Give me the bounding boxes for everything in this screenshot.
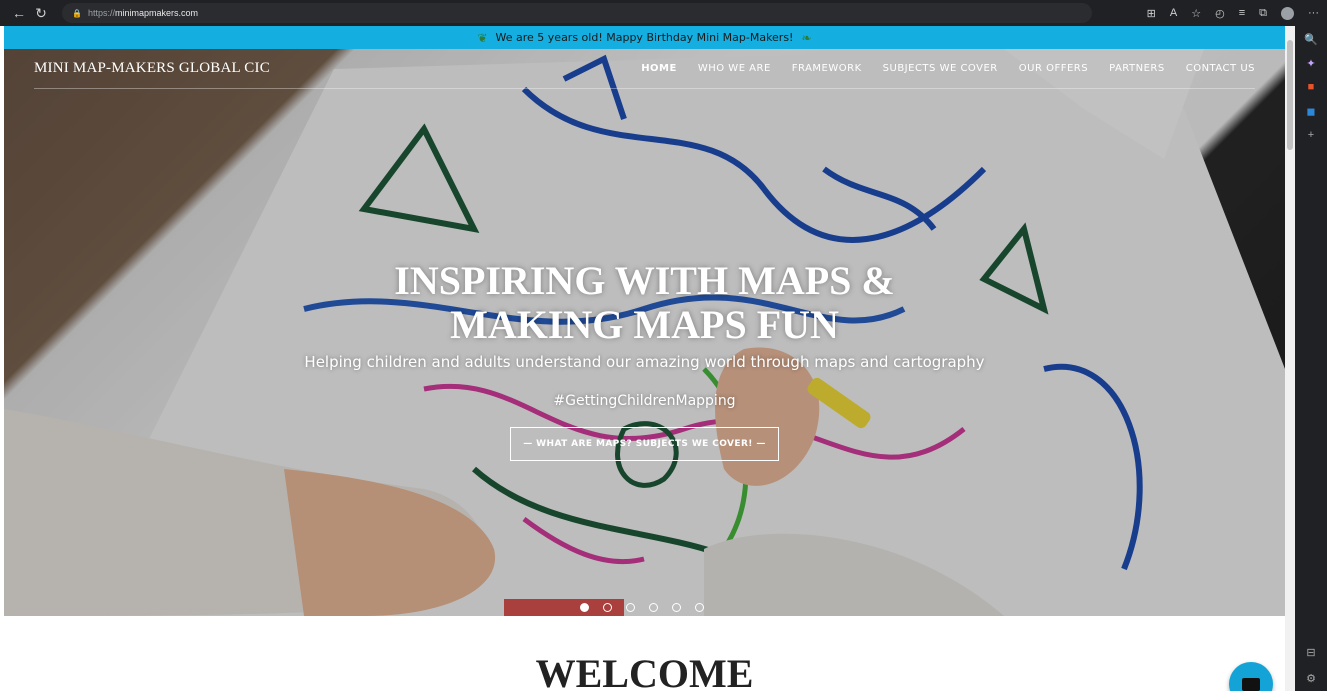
- browser-tools: ⊞ A ☆ ◴ ≡ ⧉ ···: [1147, 0, 1319, 26]
- refresh-icon[interactable]: ↻: [30, 5, 52, 22]
- page-scrollbar[interactable]: [1285, 26, 1295, 691]
- panel-icon[interactable]: ⊟: [1304, 645, 1318, 659]
- leaf-icon: ❦: [477, 30, 488, 45]
- collections-icon[interactable]: ⧉: [1259, 7, 1267, 20]
- slider-dot[interactable]: [603, 603, 612, 612]
- hero-title: INSPIRING WITH MAPS & MAKING MAPS FUN: [4, 259, 1285, 347]
- hero-subtitle: Helping children and adults understand o…: [304, 353, 985, 371]
- url-text: https://minimapmakers.com: [87, 8, 199, 18]
- hero-slider: MINI MAP-MAKERS GLOBAL CIC HOME WHO WE A…: [4, 49, 1285, 616]
- announcement-text: We are 5 years old! Mappy Birthday Mini …: [495, 31, 794, 44]
- hero-title-line2: MAKING MAPS FUN: [450, 302, 839, 347]
- read-aloud-icon[interactable]: A: [1170, 7, 1177, 19]
- menu-our-offers[interactable]: OUR OFFERS: [1019, 63, 1088, 74]
- favorites-list-icon[interactable]: ≡: [1239, 7, 1245, 19]
- site-header: MINI MAP-MAKERS GLOBAL CIC HOME WHO WE A…: [34, 49, 1255, 89]
- add-icon[interactable]: +: [1304, 128, 1318, 142]
- search-icon[interactable]: 🔍: [1304, 32, 1318, 46]
- outlook-icon[interactable]: ◼: [1304, 104, 1318, 118]
- chat-icon: [1242, 677, 1260, 691]
- profile-avatar[interactable]: [1281, 6, 1294, 20]
- sidebar-bottom: ⊟ ⚙: [1304, 645, 1318, 685]
- favorite-icon[interactable]: ☆: [1191, 7, 1201, 20]
- lock-icon: 🔒: [72, 8, 82, 18]
- copilot-icon[interactable]: ✦: [1304, 56, 1318, 70]
- menu-partners[interactable]: PARTNERS: [1109, 63, 1165, 74]
- hero-title-line1: INSPIRING WITH MAPS &: [394, 258, 895, 303]
- more-icon[interactable]: ···: [1308, 7, 1319, 19]
- slider-dot[interactable]: [672, 603, 681, 612]
- extensions-icon[interactable]: ◴: [1215, 7, 1225, 20]
- leaf-icon: ❧: [801, 30, 812, 45]
- slider-dots: [580, 603, 704, 612]
- browser-toolbar: ← ↻ 🔒 https://minimapmakers.com ⊞ A ☆ ◴ …: [0, 0, 1327, 26]
- menu-contact-us[interactable]: CONTACT US: [1186, 63, 1255, 74]
- main-menu: HOME WHO WE ARE FRAMEWORK SUBJECTS WE CO…: [641, 63, 1255, 74]
- slider-dot[interactable]: [580, 603, 589, 612]
- scrollbar-thumb[interactable]: [1287, 40, 1293, 150]
- slider-dot[interactable]: [695, 603, 704, 612]
- menu-framework[interactable]: FRAMEWORK: [792, 63, 862, 74]
- slider-dot[interactable]: [626, 603, 635, 612]
- hero-content: INSPIRING WITH MAPS & MAKING MAPS FUN He…: [4, 259, 1285, 461]
- menu-home[interactable]: HOME: [641, 63, 677, 74]
- hero-hashtag: #GettingChildrenMapping: [553, 393, 736, 409]
- office-icon[interactable]: ■: [1304, 80, 1318, 94]
- address-bar[interactable]: 🔒 https://minimapmakers.com: [62, 3, 1092, 23]
- web-page: ❦ We are 5 years old! Mappy Birthday Min…: [4, 26, 1285, 691]
- browser-sidebar: 🔍 ✦ ■ ◼ + ⊟ ⚙: [1295, 26, 1327, 691]
- back-icon[interactable]: ←: [8, 5, 30, 21]
- menu-subjects-we-cover[interactable]: SUBJECTS WE COVER: [883, 63, 998, 74]
- settings-icon[interactable]: ⚙: [1304, 671, 1318, 685]
- apps-icon[interactable]: ⊞: [1147, 7, 1156, 20]
- announcement-bar: ❦ We are 5 years old! Mappy Birthday Min…: [4, 26, 1285, 49]
- hero-cta-button[interactable]: — WHAT ARE MAPS? SUBJECTS WE COVER! —: [510, 427, 779, 461]
- welcome-heading: WELCOME: [535, 651, 754, 691]
- menu-who-we-are[interactable]: WHO WE ARE: [698, 63, 771, 74]
- site-logo[interactable]: MINI MAP-MAKERS GLOBAL CIC: [34, 60, 270, 77]
- slider-dot[interactable]: [649, 603, 658, 612]
